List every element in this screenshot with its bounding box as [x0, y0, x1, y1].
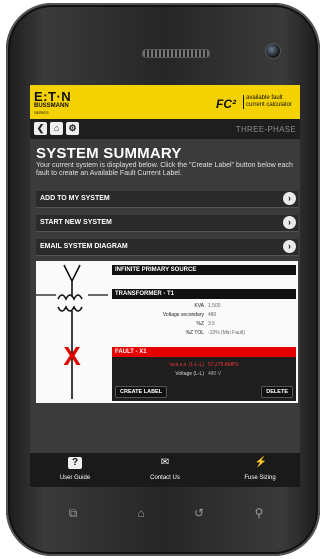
fault-row: Voltage (L-L) 480 V [112, 370, 296, 378]
row-key: %Z TOL [185, 330, 204, 336]
fc2-tagline: available fault current calculator [243, 95, 292, 109]
bussmann-text: BUSSMANN [34, 103, 69, 109]
back-button[interactable]: ❮ [34, 122, 47, 135]
row-key: %Z [196, 321, 205, 327]
transformer-secondary-coil [57, 305, 83, 312]
delete-button[interactable]: DELETE [261, 386, 293, 398]
settings-button[interactable]: ⚙ [66, 122, 79, 135]
row-key: KVA [194, 303, 204, 309]
app-screen: E:T·N BUSSMANN SERIES FC² available faul… [30, 85, 300, 487]
row-value: 57,279 AMPS [208, 362, 239, 368]
row-value: 480 [208, 312, 217, 318]
transformer-header: TRANSFORMER - T1 [112, 289, 296, 299]
contact-us-label: Contact Us [150, 475, 180, 481]
row-value: 3.5 [208, 321, 215, 327]
front-camera [265, 43, 281, 59]
add-to-system-button[interactable]: ADD TO MY SYSTEM › [36, 191, 298, 208]
recent-apps-icon[interactable]: ⧉ [64, 504, 82, 522]
fc2-tagline-line1: available fault [246, 95, 283, 101]
fault-details: Isca s.s. (L-L-L) 57,279 AMPS Voltage (L… [112, 357, 296, 401]
email-diagram-label: EMAIL SYSTEM DIAGRAM [40, 243, 128, 250]
row-value: 1,500 [208, 303, 221, 309]
source-header: INFINITE PRIMARY SOURCE [112, 265, 296, 275]
row-key: Voltage (L-L) [175, 371, 204, 377]
brand-header: E:T·N BUSSMANN SERIES FC² available faul… [30, 85, 300, 119]
home-button[interactable]: ⌂ [50, 122, 63, 135]
android-softkeys: ⧉ ⌂ ↺ ⚲ [30, 500, 300, 530]
fault-row: Isca s.s. (L-L-L) 57,279 AMPS [112, 361, 296, 369]
start-new-system-label: START NEW SYSTEM [40, 219, 112, 226]
chevron-right-icon: › [283, 192, 296, 205]
speaker-grille [142, 49, 210, 58]
chevron-left-icon: ❮ [36, 123, 45, 133]
search-icon[interactable]: ⚲ [250, 504, 268, 522]
home-outline-icon[interactable]: ⌂ [132, 504, 150, 522]
transformer-row: KVA 1,500 [112, 302, 296, 310]
system-diagram-panel: X INFINITE PRIMARY SOURCE TRANSFORMER - … [36, 261, 298, 403]
chevron-right-icon: › [283, 216, 296, 229]
fc2-tagline-line2: current calculator [246, 102, 293, 108]
fault-x-marker: X [63, 341, 81, 371]
lightning-icon: ⚡ [254, 457, 268, 468]
eaton-logo: E:T·N [34, 89, 72, 104]
back-arrow-icon[interactable]: ↺ [190, 504, 208, 522]
transformer-row: Voltage secondary 480 [112, 311, 296, 319]
row-value: 480 V [208, 371, 222, 377]
row-key: Isca s.s. (L-L-L) [169, 362, 204, 368]
footer-nav: ? User Guide ✉ Contact Us ⚡ Fuse Sizing [30, 453, 300, 487]
email-diagram-button[interactable]: EMAIL SYSTEM DIAGRAM › [36, 239, 298, 256]
row-value: -10% (Min Fault) [208, 330, 245, 336]
page-description: Your current system is displayed below. … [36, 162, 293, 177]
chevron-right-icon: › [283, 240, 296, 253]
gear-icon: ⚙ [68, 123, 77, 133]
one-line-diagram: X [36, 264, 108, 399]
nav-bar: ❮ ⌂ ⚙ THREE-PHASE [30, 119, 300, 139]
user-guide-label: User Guide [59, 475, 91, 481]
transformer-primary-coil [57, 294, 83, 301]
fc2-logo: FC² [216, 97, 236, 111]
home-icon: ⌂ [53, 123, 60, 133]
phase-label: THREE-PHASE [235, 125, 296, 134]
page-title: SYSTEM SUMMARY [36, 145, 182, 162]
fuse-sizing-label: Fuse Sizing [244, 475, 276, 481]
fault-header: FAULT - X1 [112, 347, 296, 357]
transformer-row: %Z TOL -10% (Min Fault) [112, 329, 296, 337]
source-symbol [63, 264, 81, 283]
question-icon: ? [68, 457, 82, 469]
add-to-system-label: ADD TO MY SYSTEM [40, 195, 110, 202]
series-text: SERIES [34, 110, 49, 115]
create-label-button[interactable]: CREATE LABEL [115, 386, 168, 398]
row-key: Voltage secondary [162, 312, 204, 318]
start-new-system-button[interactable]: START NEW SYSTEM › [36, 215, 298, 232]
mail-icon: ✉ [160, 457, 170, 468]
transformer-row: %Z 3.5 [112, 320, 296, 328]
